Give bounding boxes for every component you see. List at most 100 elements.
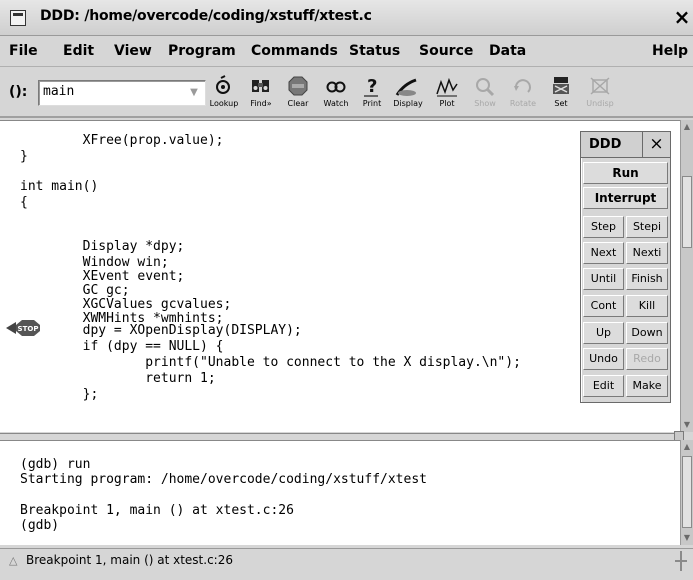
rotate-button[interactable]: Rotate — [505, 74, 541, 114]
display-icon — [395, 78, 417, 96]
plot-icon — [436, 77, 458, 97]
command-tool-title: DDD — [589, 137, 622, 152]
watch-icon — [326, 81, 346, 93]
window-menu-icon[interactable] — [10, 10, 26, 26]
resize-grip-icon[interactable] — [674, 549, 688, 573]
menu-file[interactable]: File — [9, 43, 38, 59]
source-window[interactable]: XFree(prop.value); } int main() { Displa… — [0, 120, 680, 432]
console-line: Starting program: /home/overcode/coding/… — [20, 472, 427, 487]
clear-button[interactable]: Clear — [280, 74, 316, 114]
kill-button[interactable]: Kill — [626, 295, 668, 317]
menu-view[interactable]: View — [114, 43, 152, 59]
command-tool-close-button[interactable]: × — [642, 132, 670, 157]
clear-label: Clear — [287, 99, 309, 108]
set-button[interactable]: Set — [543, 74, 579, 114]
menu-status[interactable]: Status — [349, 43, 400, 59]
status-message: Breakpoint 1, main () at xtest.c:26 — [26, 553, 233, 567]
find-button[interactable]: Find» — [243, 74, 279, 114]
source-line: }; — [20, 387, 99, 402]
watch-button[interactable]: Watch — [318, 74, 354, 114]
menu-data[interactable]: Data — [489, 43, 526, 59]
console-line: (gdb) — [20, 518, 60, 533]
run-button[interactable]: Run — [583, 162, 668, 184]
status-bar: △ Breakpoint 1, main () at xtest.c:26 — [0, 548, 693, 572]
show-button[interactable]: Show — [467, 74, 503, 114]
command-tool-titlebar[interactable]: DDD × — [581, 132, 670, 158]
lookup-icon — [216, 75, 230, 94]
next-button[interactable]: Next — [583, 242, 624, 264]
console-scrollbar[interactable]: ▲ ▼ — [680, 440, 693, 545]
window-title: DDD: /home/overcode/coding/xstuff/xtest.… — [40, 8, 372, 24]
source-line: dpy = XOpenDisplay(DISPLAY); — [20, 323, 302, 338]
source-line: int main() — [20, 179, 99, 194]
until-button[interactable]: Until — [583, 268, 624, 290]
stepi-button[interactable]: Stepi — [626, 216, 668, 238]
source-line: if (dpy == NULL) { — [20, 339, 224, 354]
edit-button[interactable]: Edit — [583, 375, 624, 397]
print-icon: ? — [364, 76, 378, 97]
undisp-label: Undisp — [586, 99, 614, 108]
menu-source[interactable]: Source — [419, 43, 473, 59]
undisp-button[interactable]: Undisp — [582, 74, 618, 114]
down-button[interactable]: Down — [626, 322, 668, 344]
print-label: Print — [362, 99, 382, 108]
ddd-command-tool: DDD × Run Interrupt Step Stepi Next Next… — [580, 131, 671, 403]
source-line: } — [20, 149, 28, 164]
console-scroll-down-icon[interactable]: ▼ — [682, 533, 692, 543]
lookup-label: Lookup — [209, 99, 239, 108]
make-button[interactable]: Make — [626, 375, 668, 397]
breakpoint-stop-icon[interactable]: STOP — [6, 319, 46, 337]
stop-sign-icon — [288, 76, 308, 96]
lookup-button[interactable]: Lookup — [206, 74, 242, 114]
argument-dropdown-icon[interactable]: ▼ — [188, 86, 200, 100]
set-label: Set — [554, 99, 568, 108]
title-bar: DDD: /home/overcode/coding/xstuff/xtest.… — [0, 0, 693, 36]
source-scrollbar[interactable]: ▲ ▼ — [680, 120, 693, 432]
show-icon — [476, 78, 495, 97]
console-scroll-up-icon[interactable]: ▲ — [682, 442, 692, 452]
source-line: XFree(prop.value); — [20, 133, 224, 148]
undo-button[interactable]: Undo — [583, 348, 624, 370]
source-line: Display *dpy; — [20, 239, 185, 254]
breakpoint-stop-label: STOP — [18, 325, 39, 333]
display-label: Display — [393, 99, 423, 108]
console-line: (gdb) run — [20, 457, 91, 472]
nexti-button[interactable]: Nexti — [626, 242, 668, 264]
console-line: Breakpoint 1, main () at xtest.c:26 — [20, 503, 294, 518]
console-scroll-thumb[interactable] — [682, 456, 692, 528]
status-history-icon[interactable]: △ — [9, 554, 17, 567]
find-label: Find» — [250, 99, 272, 108]
cont-button[interactable]: Cont — [583, 295, 624, 317]
menu-edit[interactable]: Edit — [63, 43, 94, 59]
set-icon — [553, 77, 569, 94]
ddd-window: DDD: /home/overcode/coding/xstuff/xtest.… — [0, 0, 693, 580]
scroll-up-icon[interactable]: ▲ — [682, 122, 692, 132]
undisp-icon — [590, 77, 610, 95]
find-icon — [252, 80, 269, 92]
close-window-button[interactable]: × — [671, 3, 693, 31]
step-button[interactable]: Step — [583, 216, 624, 238]
source-scroll-thumb[interactable] — [682, 176, 692, 248]
plot-button[interactable]: Plot — [429, 74, 465, 114]
source-line: return 1; — [20, 371, 216, 386]
display-button[interactable]: Display — [390, 74, 426, 114]
print-button[interactable]: ? Print — [354, 74, 390, 114]
menu-program[interactable]: Program — [168, 43, 236, 59]
rotate-icon — [514, 79, 531, 93]
source-line: printf("Unable to connect to the X displ… — [20, 355, 521, 370]
tool-bar: (): main ▼ Lookup Find» Clear Watch ? Pr… — [0, 68, 693, 118]
rotate-label: Rotate — [509, 99, 537, 108]
menu-bar: File Edit View Program Commands Status S… — [0, 37, 693, 67]
argument-input[interactable]: main — [38, 80, 206, 106]
watch-label: Watch — [323, 99, 349, 108]
show-label: Show — [474, 99, 496, 108]
finish-button[interactable]: Finish — [626, 268, 668, 290]
menu-help[interactable]: Help — [652, 43, 688, 59]
menu-commands[interactable]: Commands — [251, 43, 338, 59]
redo-button[interactable]: Redo — [626, 348, 668, 370]
gdb-console[interactable]: (gdb) run Starting program: /home/overco… — [0, 440, 680, 545]
svg-text:?: ? — [367, 76, 377, 97]
up-button[interactable]: Up — [583, 322, 624, 344]
scroll-down-icon[interactable]: ▼ — [682, 420, 692, 430]
interrupt-button[interactable]: Interrupt — [583, 187, 668, 209]
